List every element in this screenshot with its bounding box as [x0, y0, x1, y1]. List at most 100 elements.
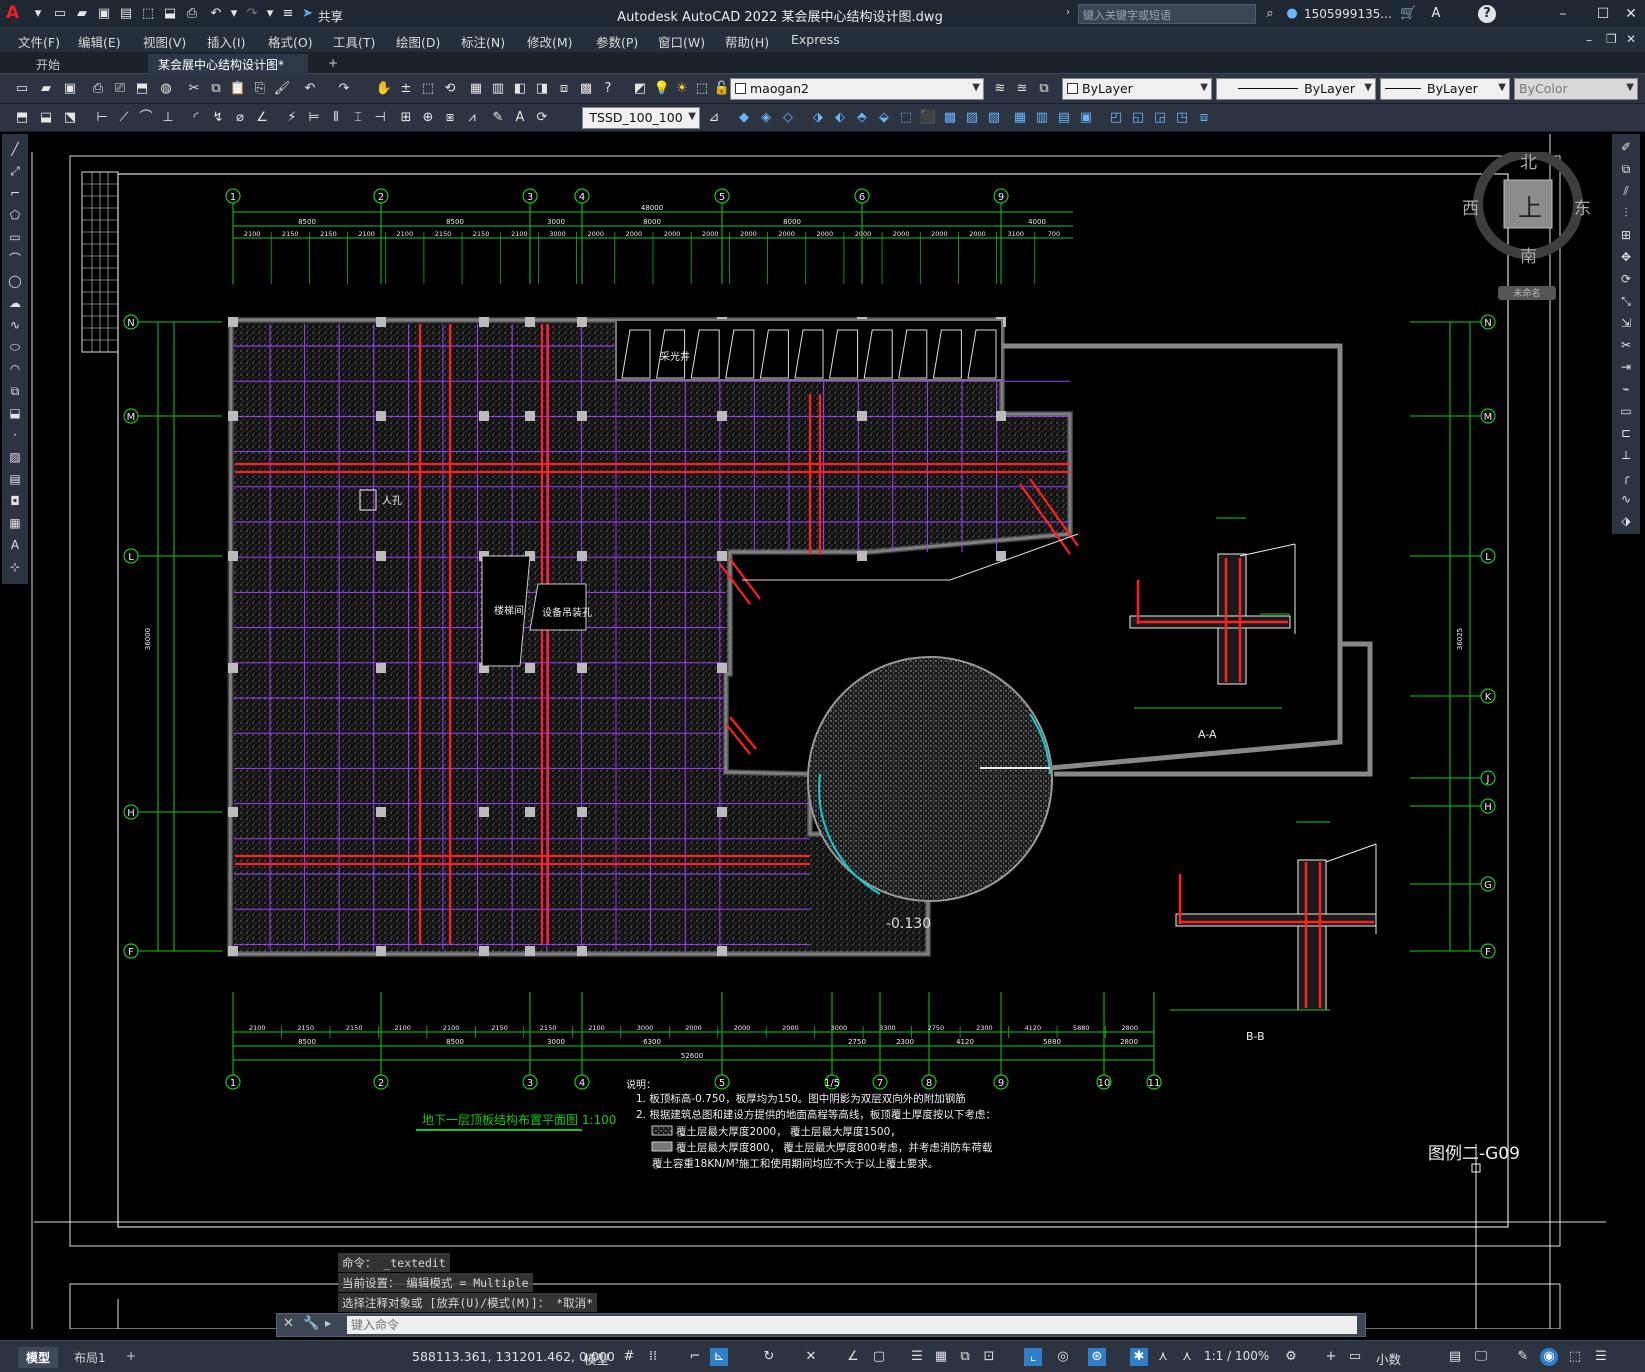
pan-icon[interactable]: ✋	[374, 79, 394, 99]
plot-icon[interactable]: ⎙	[88, 79, 108, 99]
dimension-space-icon[interactable]: ⌶	[348, 108, 368, 128]
annotation-scale-icon[interactable]: ⋏	[1178, 1348, 1196, 1366]
menu-view[interactable]: 视图(V)	[143, 32, 186, 51]
hardware-acceleration-icon[interactable]: ◉	[1540, 1348, 1558, 1366]
diameter-dimension-icon[interactable]: ⌀	[230, 108, 250, 128]
tssd-tool-2-icon[interactable]: ◈	[756, 108, 776, 128]
layer-thaw-sun-icon[interactable]: ☀	[672, 79, 692, 99]
paste-special-icon[interactable]: ⎘	[250, 79, 270, 99]
layer-previous-icon[interactable]: ≊	[1012, 79, 1032, 99]
zoom-realtime-icon[interactable]: ±	[396, 79, 416, 99]
region-icon[interactable]: ◘	[6, 492, 24, 510]
customization-icon[interactable]: ☰	[1592, 1348, 1610, 1366]
scale-icon[interactable]: ⤡	[1617, 292, 1635, 310]
quick-dimension-icon[interactable]: ⚡	[282, 108, 302, 128]
dimension-edit-icon[interactable]: ✎	[488, 108, 508, 128]
continue-dimension-icon[interactable]: ⫴	[326, 108, 346, 128]
drawing-area[interactable]: 1 2 3 4 5 6 9 48000 8500 8500 3000 8000 8000 4000 2100…	[30, 134, 1610, 1329]
dimension-style-icon[interactable]: ⊿	[704, 108, 724, 128]
layer-lock-icon[interactable]: 🔓	[712, 79, 732, 99]
insert-block-icon[interactable]: ⧉	[6, 382, 24, 400]
lock-ui-icon[interactable]: 🖵	[1472, 1348, 1490, 1366]
dynamic-ucs-icon[interactable]: ⌞	[1024, 1348, 1042, 1366]
copy-object-icon[interactable]: ⧉	[1617, 160, 1635, 178]
save-icon[interactable]: ▣	[60, 79, 80, 99]
add-layout-button[interactable]: +	[118, 1347, 144, 1365]
tssd-tool-13-icon[interactable]: ▦	[1010, 108, 1030, 128]
plot-icon[interactable]: ⎙	[184, 6, 200, 22]
selection-filter-icon[interactable]: ◎	[1054, 1348, 1072, 1366]
tssd-tool-18-icon[interactable]: ◱	[1128, 108, 1148, 128]
ellipse-icon[interactable]: ⬭	[6, 338, 24, 356]
workspace-gear-icon[interactable]: ⚙	[1282, 1348, 1300, 1366]
chamfer-icon[interactable]: ⟂	[1617, 446, 1635, 464]
open-folder-icon[interactable]: ▰	[74, 6, 90, 22]
new-file-icon[interactable]: ▭	[52, 6, 68, 22]
tssd-tool-15-icon[interactable]: ▤	[1054, 108, 1074, 128]
tssd-icon-2[interactable]: ⬓	[36, 108, 56, 128]
compass-south[interactable]: 南	[1520, 242, 1537, 267]
close-command-icon[interactable]: ✕	[283, 1316, 294, 1331]
viewcube[interactable]: 北 南 东 西 上 未命名	[1462, 149, 1592, 302]
markup-icon[interactable]: ⧈	[554, 79, 574, 99]
menu-help[interactable]: 帮助(H)	[725, 32, 769, 51]
polygon-icon[interactable]: ⬠	[6, 206, 24, 224]
close-button[interactable]: ✕	[1620, 4, 1642, 24]
tssd-tool-11-icon[interactable]: ▨	[962, 108, 982, 128]
tssd-tool-16-icon[interactable]: ▣	[1076, 108, 1096, 128]
color-dropdown[interactable]: ByLayer ▼	[1062, 78, 1212, 100]
lineweight-dropdown[interactable]: ByLayer ▼	[1380, 78, 1510, 100]
break-icon[interactable]: ▭	[1617, 402, 1635, 420]
share-button[interactable]: 共享	[318, 6, 343, 25]
redo-dropdown-icon[interactable]: ▾	[262, 6, 278, 22]
object-snap-icon[interactable]: ▢	[870, 1348, 888, 1366]
quickcalc-icon[interactable]: ▩	[576, 79, 596, 99]
construction-line-icon[interactable]: ⤢	[6, 162, 24, 180]
erase-icon[interactable]: ✐	[1617, 138, 1635, 156]
array-icon[interactable]: ⊞	[1617, 226, 1635, 244]
open-icon[interactable]: ▰	[36, 79, 56, 99]
annotation-visibility-icon[interactable]: ✱	[1130, 1348, 1148, 1366]
tssd-tool-20-icon[interactable]: ◳	[1172, 108, 1192, 128]
tssd-tool-5-icon[interactable]: ⬖	[830, 108, 850, 128]
viewcube-top-face[interactable]: 上	[1518, 188, 1542, 223]
user-icon[interactable]: ●	[1284, 6, 1300, 22]
cart-icon[interactable]: 🛒	[1400, 6, 1416, 22]
mtext-icon[interactable]: A	[6, 536, 24, 554]
menu-draw[interactable]: 绘图(D)	[396, 32, 440, 51]
polyline-icon[interactable]: ⌐	[6, 184, 24, 202]
compass-north[interactable]: 北	[1520, 148, 1537, 173]
search-expand-icon[interactable]: ›	[1066, 7, 1070, 18]
linetype-dropdown[interactable]: ByLayer ▼	[1216, 78, 1376, 100]
angular-dimension-icon[interactable]: ∠	[252, 108, 272, 128]
linear-dimension-icon[interactable]: ⊢	[92, 108, 112, 128]
annotation-scale-value[interactable]: 1:1 / 100%	[1204, 1349, 1269, 1363]
annotation-monitor-icon[interactable]: +	[1322, 1348, 1340, 1366]
selection-cycling-icon[interactable]: ⧉	[956, 1348, 974, 1366]
line-icon[interactable]: ╱	[6, 140, 24, 158]
compass-east[interactable]: 东	[1574, 194, 1591, 219]
units-value[interactable]: 小数	[1376, 1349, 1401, 1368]
tab-drawing[interactable]: 某会展中心结构设计图* ×	[148, 54, 308, 87]
doc-restore-button[interactable]: ❐	[1606, 32, 1617, 46]
cut-icon[interactable]: ✂	[184, 79, 204, 99]
move-icon[interactable]: ✥	[1617, 248, 1635, 266]
menu-express[interactable]: Express	[791, 32, 840, 47]
share-icon[interactable]: ➤	[302, 6, 313, 21]
design-center-icon[interactable]: ▥	[488, 79, 508, 99]
ordinate-dimension-icon[interactable]: ⊥	[158, 108, 178, 128]
zoom-previous-icon[interactable]: ⟲	[440, 79, 460, 99]
tssd-tool-3-icon[interactable]: ◇	[778, 108, 798, 128]
circle-icon[interactable]: ◯	[6, 272, 24, 290]
tssd-tool-21-icon[interactable]: ⧈	[1194, 108, 1214, 128]
tssd-tool-10-icon[interactable]: ▩	[940, 108, 960, 128]
ellipse-arc-icon[interactable]: ◠	[6, 360, 24, 378]
auto-scale-icon[interactable]: ⋏	[1154, 1348, 1172, 1366]
tssd-tool-12-icon[interactable]: ▧	[984, 108, 1004, 128]
preview-icon[interactable]: ⎚	[110, 79, 130, 99]
autodesk-app-icon[interactable]: A	[1428, 6, 1444, 22]
break-at-point-icon[interactable]: ⌁	[1617, 380, 1635, 398]
redo-icon[interactable]: ↷	[244, 6, 260, 22]
paste-icon[interactable]: 📋	[228, 79, 248, 99]
wcs-menu[interactable]: 未命名	[1498, 286, 1556, 300]
